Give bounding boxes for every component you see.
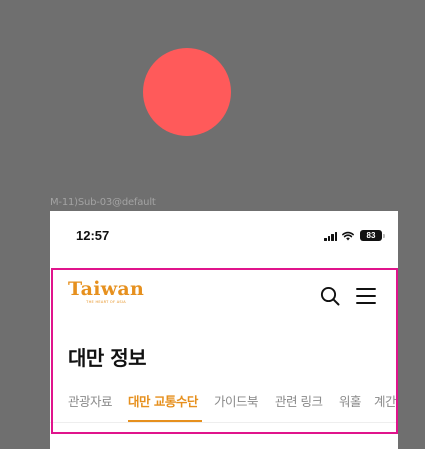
category-tabs: 관광자료 대만 교통수단 가이드북 관련 링크 워홀 계간	[50, 387, 398, 423]
signal-icon	[324, 232, 338, 241]
tab-working-holiday[interactable]: 워홀	[339, 391, 362, 410]
page-title: 대만 정보	[68, 346, 147, 370]
tab-guidebook[interactable]: 가이드북	[214, 391, 259, 410]
tab-taiwan-transport[interactable]: 대만 교통수단	[128, 391, 198, 410]
search-icon[interactable]	[319, 285, 341, 307]
wifi-icon	[342, 231, 354, 241]
status-bar: 12:57 83	[50, 211, 398, 259]
taiwan-logo[interactable]: Taiwan THE HEART OF ASIA	[68, 279, 144, 304]
status-time: 12:57	[76, 228, 110, 243]
tab-related-links[interactable]: 관련 링크	[275, 391, 323, 410]
record-indicator	[143, 48, 231, 136]
logo-tagline: THE HEART OF ASIA	[86, 300, 126, 304]
battery-icon: 83	[360, 230, 385, 241]
site-header: Taiwan THE HEART OF ASIA	[50, 268, 398, 318]
logo-wordmark: Taiwan	[68, 278, 145, 300]
tab-quarterly[interactable]: 계간	[374, 391, 397, 410]
phone-screen: 12:57 83 Taiwan THE HEART OF ASIA 대만 정보 …	[50, 211, 398, 449]
tab-tourism-materials[interactable]: 관광자료	[68, 391, 113, 410]
hamburger-menu-icon[interactable]	[355, 286, 377, 306]
active-tab-indicator	[128, 420, 202, 422]
frame-label: M-11)Sub-03@default	[50, 197, 156, 208]
